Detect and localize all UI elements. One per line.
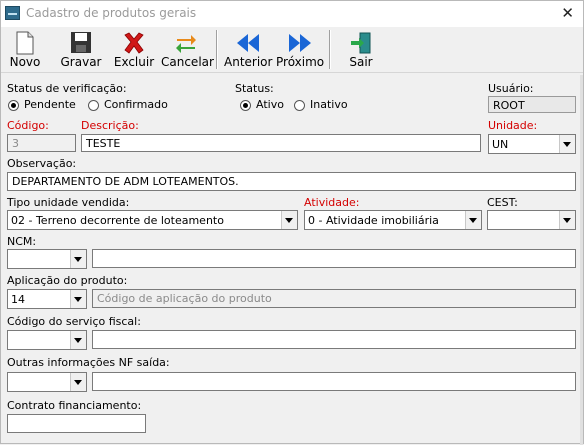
aplicacao-select[interactable]: 14: [7, 289, 87, 309]
ncm-select[interactable]: [7, 249, 87, 269]
cancel-arrows-icon: [173, 30, 199, 54]
chevron-down-icon[interactable]: [70, 290, 86, 308]
ncm-description[interactable]: [92, 249, 576, 268]
delete-x-icon: [121, 30, 147, 54]
tipo-unidade-label: Tipo unidade vendida:: [7, 196, 130, 209]
tipo-unidade-value: 02 - Terreno decorrente de loteamento: [11, 214, 224, 227]
novo-button[interactable]: Novo: [6, 27, 44, 72]
contrato-input[interactable]: [7, 414, 146, 433]
toolbar-separator: [329, 30, 331, 69]
atividade-select[interactable]: 0 - Atividade imobiliária: [304, 210, 482, 230]
toolbar-separator: [216, 30, 218, 69]
contrato-label: Contrato financiamento:: [7, 399, 142, 412]
ncm-label: NCM:: [7, 235, 37, 248]
aplicacao-description: Código de aplicação do produto: [92, 289, 576, 308]
new-document-icon: [12, 30, 38, 55]
chevron-down-icon[interactable]: [465, 211, 481, 229]
chevron-down-icon[interactable]: [559, 211, 575, 229]
inativo-radio[interactable]: [294, 100, 305, 111]
sair-button[interactable]: Sair: [344, 27, 378, 72]
descricao-label: Descrição:: [81, 119, 139, 132]
pendente-label[interactable]: Pendente: [24, 98, 76, 111]
sair-label: Sair: [349, 55, 373, 69]
unidade-label: Unidade:: [488, 119, 538, 132]
proximo-label: Próximo: [276, 55, 325, 69]
cest-label: CEST:: [487, 196, 518, 209]
toolbar-divider: [1, 72, 583, 73]
anterior-button[interactable]: Anterior: [224, 27, 272, 72]
outras-info-label: Outras informações NF saída:: [7, 356, 170, 369]
app-icon: [5, 6, 20, 20]
chevron-down-icon[interactable]: [70, 250, 86, 268]
save-disk-icon: [68, 30, 94, 54]
descricao-input[interactable]: TESTE: [81, 134, 481, 152]
status-verificacao-label: Status de verificação:: [7, 82, 127, 95]
codigo-field: 3: [7, 134, 76, 152]
outras-info-description[interactable]: [92, 372, 576, 391]
gravar-button[interactable]: Gravar: [59, 27, 103, 72]
pendente-radio[interactable]: [8, 100, 19, 111]
exit-door-icon: [348, 30, 374, 54]
confirmado-label[interactable]: Confirmado: [104, 98, 168, 111]
window-title: Cadastro de produtos gerais: [26, 6, 197, 20]
aplicacao-value: 14: [11, 293, 25, 306]
chevron-down-icon[interactable]: [559, 135, 575, 153]
excluir-button[interactable]: Excluir: [113, 27, 155, 72]
servico-fiscal-select[interactable]: [7, 330, 87, 350]
gravar-label: Gravar: [60, 55, 102, 69]
next-arrow-icon: [287, 30, 313, 54]
inativo-label[interactable]: Inativo: [310, 98, 348, 111]
usuario-field: ROOT: [488, 96, 576, 113]
toolbar: Novo Gravar Excluir Cancelar Anterior Pr…: [1, 27, 583, 72]
anterior-label: Anterior: [224, 55, 273, 69]
unidade-value: UN: [492, 138, 509, 151]
excluir-label: Excluir: [113, 55, 155, 69]
previous-arrow-icon: [235, 30, 261, 54]
status-label: Status:: [235, 82, 274, 95]
cancelar-label: Cancelar: [161, 55, 214, 69]
chevron-down-icon[interactable]: [70, 373, 86, 391]
scrollbar[interactable]: [580, 75, 583, 445]
outras-info-select[interactable]: [7, 372, 87, 392]
ativo-radio[interactable]: [240, 100, 251, 111]
servico-fiscal-label: Código do serviço fiscal:: [7, 315, 141, 328]
observacao-label: Observação:: [7, 157, 77, 170]
atividade-label: Atividade:: [304, 196, 360, 209]
servico-fiscal-description[interactable]: [92, 330, 576, 349]
proximo-button[interactable]: Próximo: [276, 27, 324, 72]
cest-select[interactable]: [487, 210, 576, 230]
observacao-input[interactable]: DEPARTAMENTO DE ADM LOTEAMENTOS.: [7, 172, 576, 191]
usuario-label: Usuário:: [488, 82, 534, 95]
ativo-label[interactable]: Ativo: [256, 98, 284, 111]
tipo-unidade-select[interactable]: 02 - Terreno decorrente de loteamento: [7, 210, 298, 230]
atividade-value: 0 - Atividade imobiliária: [308, 214, 439, 227]
codigo-label: Código:: [7, 119, 49, 132]
unidade-select[interactable]: UN: [488, 134, 576, 154]
title-bar: Cadastro de produtos gerais ✕: [1, 1, 583, 27]
confirmado-radio[interactable]: [88, 100, 99, 111]
chevron-down-icon[interactable]: [70, 331, 86, 349]
cancelar-button[interactable]: Cancelar: [161, 27, 214, 72]
close-icon[interactable]: ✕: [561, 4, 574, 22]
product-register-window: Cadastro de produtos gerais ✕ Novo Grava…: [0, 0, 584, 445]
aplicacao-label: Aplicação do produto:: [7, 274, 128, 287]
chevron-down-icon[interactable]: [281, 211, 297, 229]
novo-label: Novo: [9, 55, 41, 69]
